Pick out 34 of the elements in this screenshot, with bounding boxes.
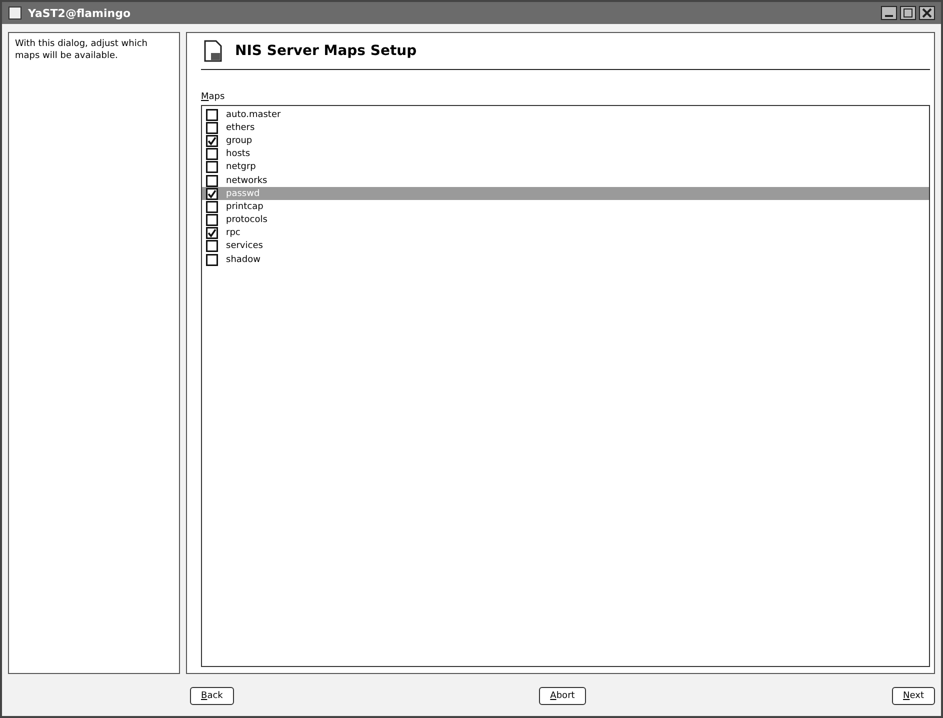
window-title: YaST2@flamingo	[28, 6, 131, 20]
maps-label: Maps	[201, 92, 225, 102]
page-title: NIS Server Maps Setup	[235, 43, 417, 59]
map-item[interactable]: shadow	[202, 253, 929, 266]
checkbox[interactable]	[206, 108, 218, 121]
checkbox[interactable]	[206, 122, 218, 134]
checkbox[interactable]	[206, 200, 218, 213]
checkbox[interactable]	[206, 134, 218, 147]
help-text: With this dialog, adjust which maps will be available.	[15, 39, 148, 62]
app-icon	[8, 6, 22, 20]
map-item[interactable]: protocols	[202, 214, 929, 227]
checkbox[interactable]	[206, 174, 218, 187]
map-item[interactable]: ethers	[202, 121, 929, 134]
maximize-icon[interactable]	[900, 6, 916, 20]
back-button[interactable]: Back	[190, 687, 234, 705]
map-item[interactable]: networks	[202, 174, 929, 188]
checkbox[interactable]	[206, 161, 218, 174]
map-item[interactable]: rpc	[202, 226, 929, 240]
minimize-icon[interactable]	[881, 6, 897, 20]
checkbox[interactable]	[206, 240, 218, 252]
checkbox[interactable]	[206, 254, 218, 266]
close-icon[interactable]	[919, 6, 935, 20]
checkbox[interactable]	[206, 188, 218, 200]
checkbox[interactable]	[206, 227, 218, 240]
next-button[interactable]: Next	[892, 687, 935, 705]
map-item[interactable]: printcap	[202, 200, 929, 214]
map-item[interactable]: netgrp	[202, 160, 929, 174]
checkbox[interactable]	[206, 214, 218, 226]
map-item[interactable]: hosts	[202, 148, 929, 161]
abort-button[interactable]: Abort	[539, 687, 586, 705]
map-item[interactable]: services	[202, 240, 929, 254]
checkbox[interactable]	[206, 148, 218, 160]
map-item[interactable]: group	[202, 134, 929, 148]
map-item[interactable]: auto.master	[202, 108, 929, 122]
